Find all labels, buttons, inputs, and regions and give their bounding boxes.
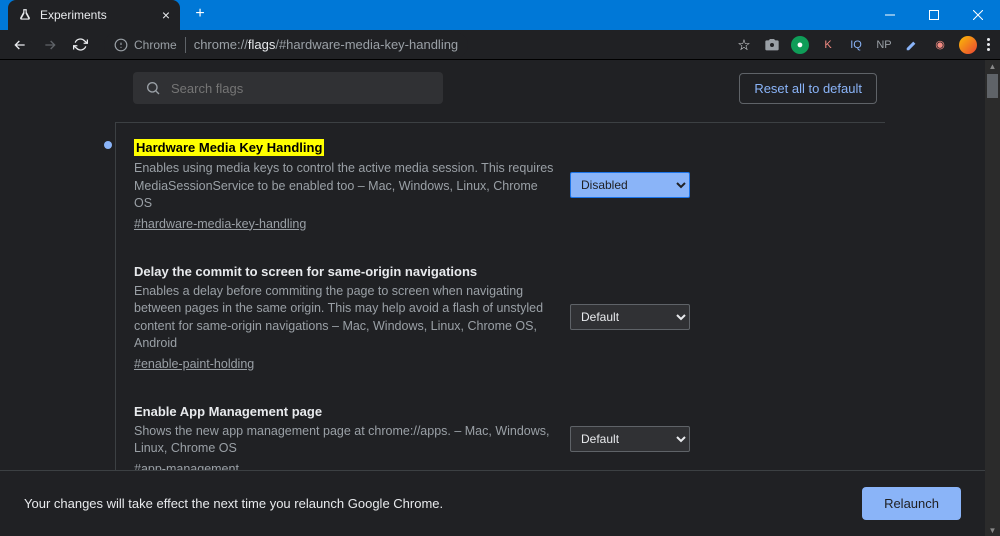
url-text: chrome://flags/#hardware-media-key-handl… (194, 37, 458, 52)
flag-description: Shows the new app management page at chr… (134, 423, 554, 458)
forward-button[interactable] (38, 33, 62, 57)
scrollbar-thumb[interactable] (987, 74, 998, 98)
star-icon[interactable]: ☆ (735, 36, 753, 54)
toolbar-actions: ☆ ● K IQ NP ◉ (735, 36, 992, 54)
browser-tab[interactable]: Experiments × (8, 0, 180, 30)
extension-green-icon[interactable]: ● (791, 36, 809, 54)
flag-description: Enables a delay before commiting the pag… (134, 283, 554, 353)
page-content: ▲ ▼ Reset all to default Hardware Media … (0, 60, 1000, 536)
search-flags-box[interactable] (133, 72, 443, 104)
back-button[interactable] (8, 33, 32, 57)
extension-iq-icon[interactable]: IQ (847, 36, 865, 54)
flag-title: Enable App Management page (134, 404, 322, 419)
scroll-up-arrow[interactable]: ▲ (987, 60, 998, 72)
flag-description: Enables using media keys to control the … (134, 160, 554, 213)
scroll-down-arrow[interactable]: ▼ (987, 524, 998, 536)
camera-icon[interactable] (763, 36, 781, 54)
tab-title: Experiments (40, 8, 154, 22)
flag-info: Hardware Media Key Handling Enables using… (134, 139, 554, 231)
flag-select-wrap: Default (570, 426, 690, 452)
flask-icon (18, 8, 32, 22)
flag-title: Delay the commit to screen for same-orig… (134, 264, 477, 279)
maximize-button[interactable] (912, 0, 956, 30)
minimize-button[interactable] (868, 0, 912, 30)
reset-all-button[interactable]: Reset all to default (739, 73, 877, 104)
flag-info: Delay the commit to screen for same-orig… (134, 263, 554, 371)
flag-select[interactable]: Default (570, 304, 690, 330)
secure-label: Chrome (134, 38, 177, 52)
window-titlebar: Experiments × + (0, 0, 1000, 30)
flag-title: Hardware Media Key Handling (134, 139, 324, 156)
flag-row: Hardware Media Key Handling Enables using… (116, 123, 885, 247)
flag-info: Enable App Management page Shows the new … (134, 403, 554, 476)
address-bar[interactable]: Chrome chrome://flags/#hardware-media-ke… (104, 32, 468, 58)
relaunch-bar: Your changes will take effect the next t… (0, 470, 985, 536)
window-controls (868, 0, 1000, 30)
search-input[interactable] (171, 81, 431, 96)
flag-select[interactable]: Disabled (570, 172, 690, 198)
relaunch-message: Your changes will take effect the next t… (24, 496, 443, 511)
menu-button[interactable] (987, 38, 990, 51)
close-window-button[interactable] (956, 0, 1000, 30)
extension-k-icon[interactable]: K (819, 36, 837, 54)
extension-circle-icon[interactable]: ◉ (931, 36, 949, 54)
flag-anchor-link[interactable]: #hardware-media-key-handling (134, 217, 554, 231)
site-info-icon[interactable]: Chrome (114, 38, 177, 52)
scrollbar[interactable]: ▲ ▼ (985, 60, 1000, 536)
new-tab-button[interactable]: + (186, 0, 214, 28)
modified-indicator-icon (104, 141, 112, 149)
flag-row: Delay the commit to screen for same-orig… (116, 247, 885, 387)
search-row: Reset all to default (115, 68, 885, 122)
flag-select-wrap: Disabled (570, 172, 690, 198)
browser-toolbar: Chrome chrome://flags/#hardware-media-ke… (0, 30, 1000, 60)
relaunch-button[interactable]: Relaunch (862, 487, 961, 520)
flag-anchor-link[interactable]: #enable-paint-holding (134, 357, 554, 371)
extension-pen-icon[interactable] (903, 36, 921, 54)
search-icon (145, 80, 161, 96)
omnibox-divider (185, 37, 186, 53)
flag-select-wrap: Default (570, 304, 690, 330)
extension-np-icon[interactable]: NP (875, 36, 893, 54)
reload-button[interactable] (68, 33, 92, 57)
profile-avatar[interactable] (959, 36, 977, 54)
close-tab-icon[interactable]: × (162, 7, 170, 23)
flag-select[interactable]: Default (570, 426, 690, 452)
